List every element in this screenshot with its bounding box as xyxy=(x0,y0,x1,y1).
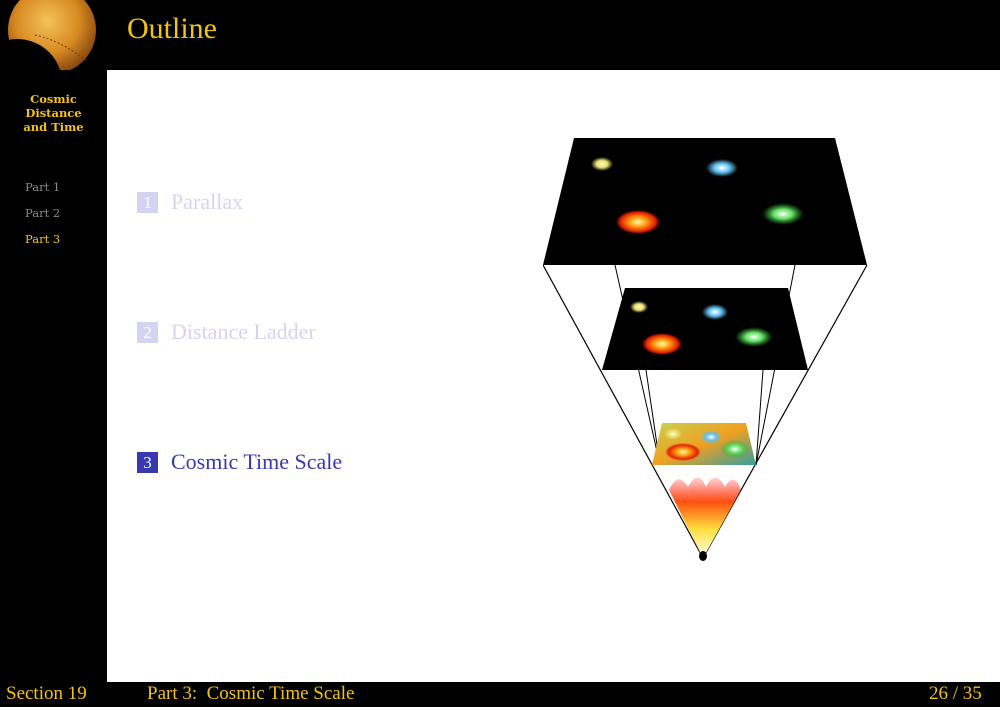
toc-number: 2 xyxy=(137,321,158,343)
sidebar-title: Cosmic Distance and Time xyxy=(0,92,107,134)
sidebar-item-part-1[interactable]: Part 1 xyxy=(25,180,60,194)
page-title: Outline xyxy=(127,12,217,45)
toc-label: Cosmic Time Scale xyxy=(171,449,343,474)
toc-item-parallax[interactable]: 1 Parallax xyxy=(137,189,243,215)
sidebar: Cosmic Distance and Time Part 1 Part 2 P… xyxy=(0,0,107,682)
footer-page-number: 26 / 35 xyxy=(929,683,982,704)
sun-logo-icon xyxy=(0,0,107,70)
slide-content: 1 Parallax 2 Distance Ladder 3 Cosmic Ti… xyxy=(107,70,1000,682)
toc-item-cosmic-time-scale[interactable]: 3 Cosmic Time Scale xyxy=(137,449,342,475)
toc-number: 1 xyxy=(137,191,158,213)
toc-label: Parallax xyxy=(171,189,244,214)
sidebar-title-line: and Time xyxy=(23,120,84,134)
expanding-universe-icon xyxy=(543,138,868,561)
sidebar-item-part-3[interactable]: Part 3 xyxy=(25,232,60,246)
frame-header: Outline xyxy=(107,0,1000,70)
sidebar-item-part-2[interactable]: Part 2 xyxy=(25,206,60,220)
toc-item-distance-ladder[interactable]: 2 Distance Ladder xyxy=(137,319,316,345)
sidebar-title-line: Cosmic xyxy=(30,92,77,106)
footer-bar: Section 19 Part 3: Cosmic Time Scale 26 … xyxy=(0,682,1000,707)
footer-section: Section 19 xyxy=(6,683,87,704)
sidebar-title-line: Distance xyxy=(25,106,82,120)
footer-subtitle: Part 3: Cosmic Time Scale xyxy=(147,683,355,704)
toc-label: Distance Ladder xyxy=(171,319,316,344)
toc-number: 3 xyxy=(137,451,158,473)
